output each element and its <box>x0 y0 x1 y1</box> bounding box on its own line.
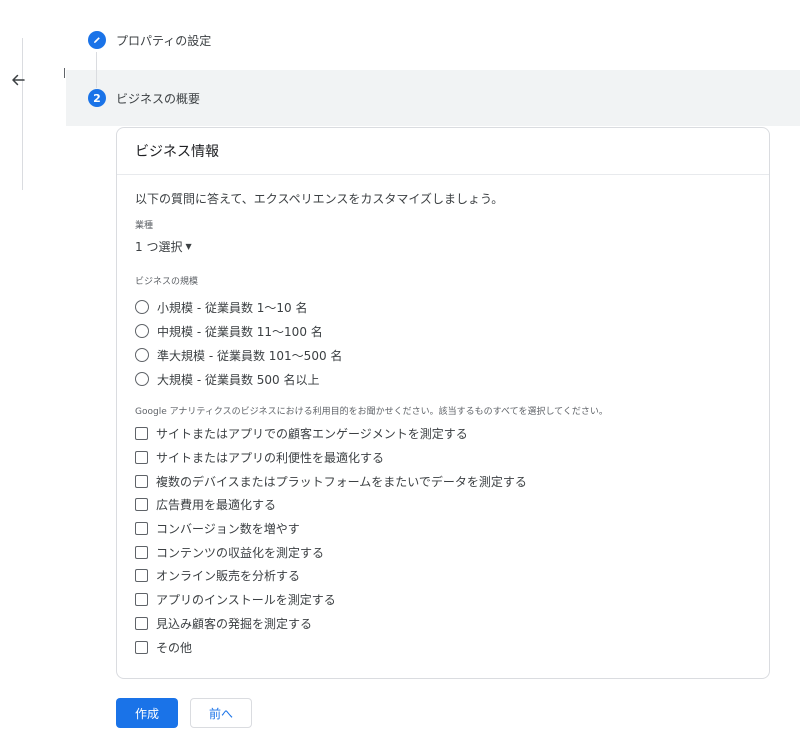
checkbox[interactable] <box>135 498 148 512</box>
step-label: プロパティの設定 <box>116 33 212 48</box>
purpose-option[interactable]: その他 <box>135 635 751 659</box>
purpose-option-label: コンテンツの収益化を測定する <box>156 545 325 560</box>
business-size-options: 小規模 - 従業員数 1～10 名 中規模 - 従業員数 11～100 名 準大… <box>135 295 751 391</box>
checkbox[interactable] <box>135 616 148 630</box>
size-option-label: 小規模 - 従業員数 1～10 名 <box>157 300 308 315</box>
purpose-option-label: 広告費用を最適化する <box>156 498 277 513</box>
collapse-marker <box>64 68 65 78</box>
checkbox[interactable] <box>135 545 148 559</box>
purpose-option-label: サイトまたはアプリの利便性を最適化する <box>156 451 385 466</box>
step-completed-badge <box>88 31 106 49</box>
checkbox[interactable] <box>135 569 148 583</box>
purpose-option[interactable]: アプリのインストールを測定する <box>135 588 751 612</box>
create-button[interactable]: 作成 <box>116 698 178 728</box>
purpose-option-label: その他 <box>156 640 193 655</box>
radio-button[interactable] <box>135 348 149 362</box>
industry-select-value: 1 つ選択 <box>135 240 183 254</box>
step-number-badge: 2 <box>88 89 106 107</box>
checkbox[interactable] <box>135 474 148 488</box>
size-option[interactable]: 準大規模 - 従業員数 101～500 名 <box>135 343 751 367</box>
purpose-option[interactable]: 複数のデバイスまたはプラットフォームをまたいでデータを測定する <box>135 469 751 493</box>
purpose-option-label: オンライン販売を分析する <box>156 569 301 584</box>
card-title: ビジネス情報 <box>117 128 769 175</box>
size-option-label: 大規模 - 従業員数 500 名以上 <box>157 372 320 387</box>
arrow-left-icon <box>12 74 25 86</box>
size-option[interactable]: 小規模 - 従業員数 1～10 名 <box>135 295 751 319</box>
size-option-label: 準大規模 - 従業員数 101～500 名 <box>157 348 343 363</box>
left-rail-divider <box>22 38 23 190</box>
checkbox[interactable] <box>135 427 148 441</box>
purpose-option-label: 見込み顧客の発掘を測定する <box>156 616 313 631</box>
business-size-label: ビジネスの規模 <box>135 277 199 287</box>
checkbox[interactable] <box>135 640 148 654</box>
checkbox[interactable] <box>135 593 148 607</box>
size-option[interactable]: 大規模 - 従業員数 500 名以上 <box>135 367 751 391</box>
radio-button[interactable] <box>135 372 149 386</box>
purpose-option[interactable]: 見込み顧客の発掘を測定する <box>135 612 751 636</box>
intro-text: 以下の質問に答えて、エクスペリエンスをカスタマイズしましょう。 <box>135 192 504 206</box>
purpose-option-label: 複数のデバイスまたはプラットフォームをまたいでデータを測定する <box>156 474 527 489</box>
purpose-option[interactable]: コンバージョン数を増やす <box>135 517 751 541</box>
industry-label: 業種 <box>135 221 154 231</box>
usage-purpose-options: サイトまたはアプリでの顧客エンゲージメントを測定する サイトまたはアプリの利便性… <box>135 422 751 659</box>
purpose-option-label: サイトまたはアプリでの顧客エンゲージメントを測定する <box>156 427 468 442</box>
usage-purpose-label: Google アナリティクスのビジネスにおける利用目的をお聞かせください。該当す… <box>135 407 608 417</box>
size-option[interactable]: 中規模 - 従業員数 11～100 名 <box>135 319 751 343</box>
step-business-overview[interactable]: 2 ビジネスの概要 <box>88 88 200 108</box>
previous-button[interactable]: 前へ <box>190 698 252 728</box>
industry-select[interactable]: 1 つ選択 ▼ <box>135 238 192 255</box>
purpose-option[interactable]: 広告費用を最適化する <box>135 493 751 517</box>
purpose-option[interactable]: コンテンツの収益化を測定する <box>135 540 751 564</box>
radio-button[interactable] <box>135 300 149 314</box>
purpose-option-label: アプリのインストールを測定する <box>156 593 336 608</box>
pencil-icon <box>94 37 100 43</box>
step-property-settings[interactable]: プロパティの設定 <box>88 30 211 50</box>
checkbox[interactable] <box>135 522 148 536</box>
back-button[interactable] <box>6 68 30 92</box>
purpose-option[interactable]: サイトまたはアプリでの顧客エンゲージメントを測定する <box>135 422 751 446</box>
step-label: ビジネスの概要 <box>116 91 201 106</box>
size-option-label: 中規模 - 従業員数 11～100 名 <box>157 324 323 339</box>
step-connector <box>96 52 97 88</box>
purpose-option[interactable]: オンライン販売を分析する <box>135 564 751 588</box>
caret-down-icon: ▼ <box>185 242 192 251</box>
business-info-card: ビジネス情報 以下の質問に答えて、エクスペリエンスをカスタマイズしましょう。 業… <box>116 127 770 679</box>
radio-button[interactable] <box>135 324 149 338</box>
purpose-option-label: コンバージョン数を増やす <box>156 522 300 537</box>
purpose-option[interactable]: サイトまたはアプリの利便性を最適化する <box>135 446 751 470</box>
checkbox[interactable] <box>135 451 148 465</box>
